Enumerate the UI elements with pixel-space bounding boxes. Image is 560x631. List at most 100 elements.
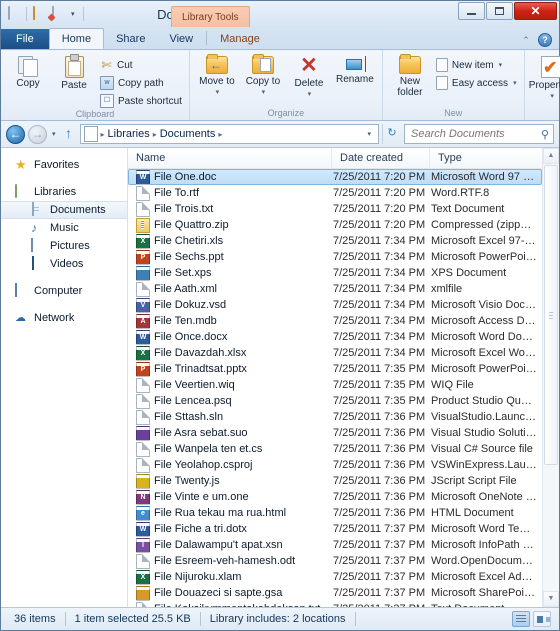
copy-path-button[interactable]: w Copy path [97,75,185,91]
scroll-up-button[interactable]: ▲ [543,148,559,164]
tab-view[interactable]: View [157,29,205,49]
recent-locations-caret[interactable]: ▾ [50,130,58,138]
table-row[interactable]: File Quattro.zip7/25/2011 7:20 PMCompres… [128,217,542,233]
new-item-button[interactable]: New item ▾ [433,57,520,73]
quick-access-toolbar[interactable]: ▾ [1,7,86,22]
customize-qat-caret[interactable]: ▾ [68,11,78,18]
table-row[interactable]: File Twenty.js7/25/2011 7:36 PMJScript S… [128,473,542,489]
table-row[interactable]: WFile One.doc7/25/2011 7:20 PMMicrosoft … [128,169,542,185]
breadcrumb-dropdown-caret[interactable]: ▾ [362,130,376,138]
tab-home[interactable]: Home [49,28,104,49]
column-header-name[interactable]: Name [128,148,332,169]
easy-access-button[interactable]: Easy access ▾ [433,75,520,91]
refresh-icon[interactable]: ↻ [382,124,401,144]
breadcrumb-item-documents[interactable]: Documents [158,128,218,140]
table-row[interactable]: File Kaksikymmentakahdeksan.txt7/25/2011… [128,601,542,607]
move-to-caret[interactable]: ▾ [216,87,220,98]
table-row[interactable]: PFile Sechs.ppt7/25/2011 7:34 PMMicrosof… [128,249,542,265]
minimize-button[interactable] [458,2,485,20]
table-row[interactable]: VFile Dokuz.vsd7/25/2011 7:34 PMMicrosof… [128,297,542,313]
tab-file[interactable]: File [1,29,49,49]
up-arrow-icon[interactable]: ↑ [61,125,77,143]
help-icon[interactable]: ? [538,33,552,47]
search-icon[interactable]: ⚲ [541,128,549,141]
table-row[interactable]: XFile Davazdah.xlsx7/25/2011 7:34 PMMicr… [128,345,542,361]
table-row[interactable]: AFile Ten.mdb7/25/2011 7:34 PMMicrosoft … [128,313,542,329]
breadcrumb[interactable]: ▸ Libraries ▸ Documents ▸ ▾ [80,124,379,144]
search-input[interactable] [409,127,541,141]
breadcrumb-item-libraries[interactable]: Libraries [106,128,152,140]
table-row[interactable]: File Veertien.wiq7/25/2011 7:35 PMWIQ Fi… [128,377,542,393]
copy-button[interactable]: Copy [5,53,51,89]
back-arrow-icon[interactable]: ← [6,125,25,144]
collapse-ribbon-icon[interactable]: ⌃ [520,34,532,46]
delete-button[interactable]: ✕ Delete ▾ [286,53,332,100]
forward-arrow-icon[interactable]: → [28,125,47,144]
sidebar-item-network[interactable]: ☁ Network [1,309,127,327]
table-row[interactable]: NFile Vinte e um.one7/25/2011 7:36 PMMic… [128,489,542,505]
new-item-icon[interactable] [50,7,65,22]
properties-button[interactable]: Properties ▾ [529,53,560,102]
table-row[interactable]: File Wanpela ten et.cs7/25/2011 7:36 PMV… [128,441,542,457]
maximize-button[interactable] [486,2,513,20]
table-row[interactable]: File Asra sebat.suo7/25/2011 7:36 PMVisu… [128,425,542,441]
table-row[interactable]: File Sttash.sln7/25/2011 7:36 PMVisualSt… [128,409,542,425]
file-name-label: File Once.docx [154,331,227,343]
table-row[interactable]: File Aath.xml7/25/2011 7:34 PMxmlfile [128,281,542,297]
table-row[interactable]: File Yeolahop.csproj7/25/2011 7:36 PMVSW… [128,457,542,473]
copy-to-button[interactable]: Copy to ▾ [240,53,286,98]
file-name-cell: VFile Dokuz.vsd [129,298,333,313]
table-row[interactable]: WFile Fiche a tri.dotx7/25/2011 7:37 PMM… [128,521,542,537]
properties-caret[interactable]: ▾ [550,91,554,102]
new-folder-button[interactable]: New folder [387,53,433,98]
search-box[interactable]: ⚲ [404,124,554,144]
table-row[interactable]: File Douazeci si sapte.gsa7/25/2011 7:37… [128,585,542,601]
close-button[interactable]: ✕ [514,2,557,20]
vertical-scrollbar[interactable]: ▲ ▼ [542,148,559,607]
sidebar-item-label: Videos [50,258,83,270]
file-name-label: File Yeolahop.csproj [154,459,252,471]
paste-shortcut-button[interactable]: ☐ Paste shortcut [97,93,185,109]
copy-to-caret[interactable]: ▾ [262,87,266,98]
new-item-caret[interactable]: ▾ [499,61,503,69]
paste-button[interactable]: Paste [51,53,97,91]
scroll-down-button[interactable]: ▼ [543,591,559,607]
sidebar-item-pictures[interactable]: Pictures [1,237,127,255]
properties-icon[interactable] [6,7,21,22]
delete-caret[interactable]: ▾ [308,89,312,100]
table-row[interactable]: eFile Rua tekau ma rua.html7/25/2011 7:3… [128,505,542,521]
details-view-button[interactable] [512,611,530,627]
table-row[interactable]: File Set.xps7/25/2011 7:34 PMXPS Documen… [128,265,542,281]
large-icons-view-button[interactable] [533,611,551,627]
table-row[interactable]: XFile Chetiri.xls7/25/2011 7:34 PMMicros… [128,233,542,249]
ribbon-tab-strip-right: ⌃ ? [520,33,559,49]
sidebar-item-videos[interactable]: Videos [1,255,127,273]
column-header-type[interactable]: Type [430,148,542,169]
column-header-row: Name Date created Type [128,148,559,169]
file-list[interactable]: WFile One.doc7/25/2011 7:20 PMMicrosoft … [128,169,559,607]
html-document-icon: e [136,506,150,521]
tab-manage[interactable]: Manage [208,29,272,49]
folder-icon[interactable] [32,7,47,22]
sidebar-item-computer[interactable]: Computer [1,282,127,300]
sidebar-item-favorites[interactable]: ★ Favorites [1,156,127,174]
rename-button[interactable]: Rename [332,53,378,85]
sidebar-item-documents[interactable]: Documents [1,201,127,219]
move-to-button[interactable]: ← Move to ▾ [194,53,240,98]
tab-share[interactable]: Share [104,29,157,49]
easy-access-caret[interactable]: ▾ [513,79,517,87]
file-date-cell: 7/25/2011 7:36 PM [333,507,431,519]
table-row[interactable]: File Lencea.psq7/25/2011 7:35 PMProduct … [128,393,542,409]
table-row[interactable]: File Esreem-veh-hamesh.odt7/25/2011 7:37… [128,553,542,569]
scrollbar-thumb[interactable] [544,165,558,465]
table-row[interactable]: WFile Once.docx7/25/2011 7:34 PMMicrosof… [128,329,542,345]
table-row[interactable]: PFile Trinadtsat.pptx7/25/2011 7:35 PMMi… [128,361,542,377]
sidebar-item-libraries[interactable]: Libraries [1,183,127,201]
sidebar-item-music[interactable]: ♪ Music [1,219,127,237]
table-row[interactable]: XFile Nijuroku.xlam7/25/2011 7:37 PMMicr… [128,569,542,585]
cut-button[interactable]: ✄ Cut [97,57,185,73]
table-row[interactable]: IFile Dalawampu't apat.xsn7/25/2011 7:37… [128,537,542,553]
column-header-date-created[interactable]: Date created [332,148,430,169]
table-row[interactable]: File Trois.txt7/25/2011 7:20 PMText Docu… [128,201,542,217]
table-row[interactable]: File To.rtf7/25/2011 7:20 PMWord.RTF.8 [128,185,542,201]
